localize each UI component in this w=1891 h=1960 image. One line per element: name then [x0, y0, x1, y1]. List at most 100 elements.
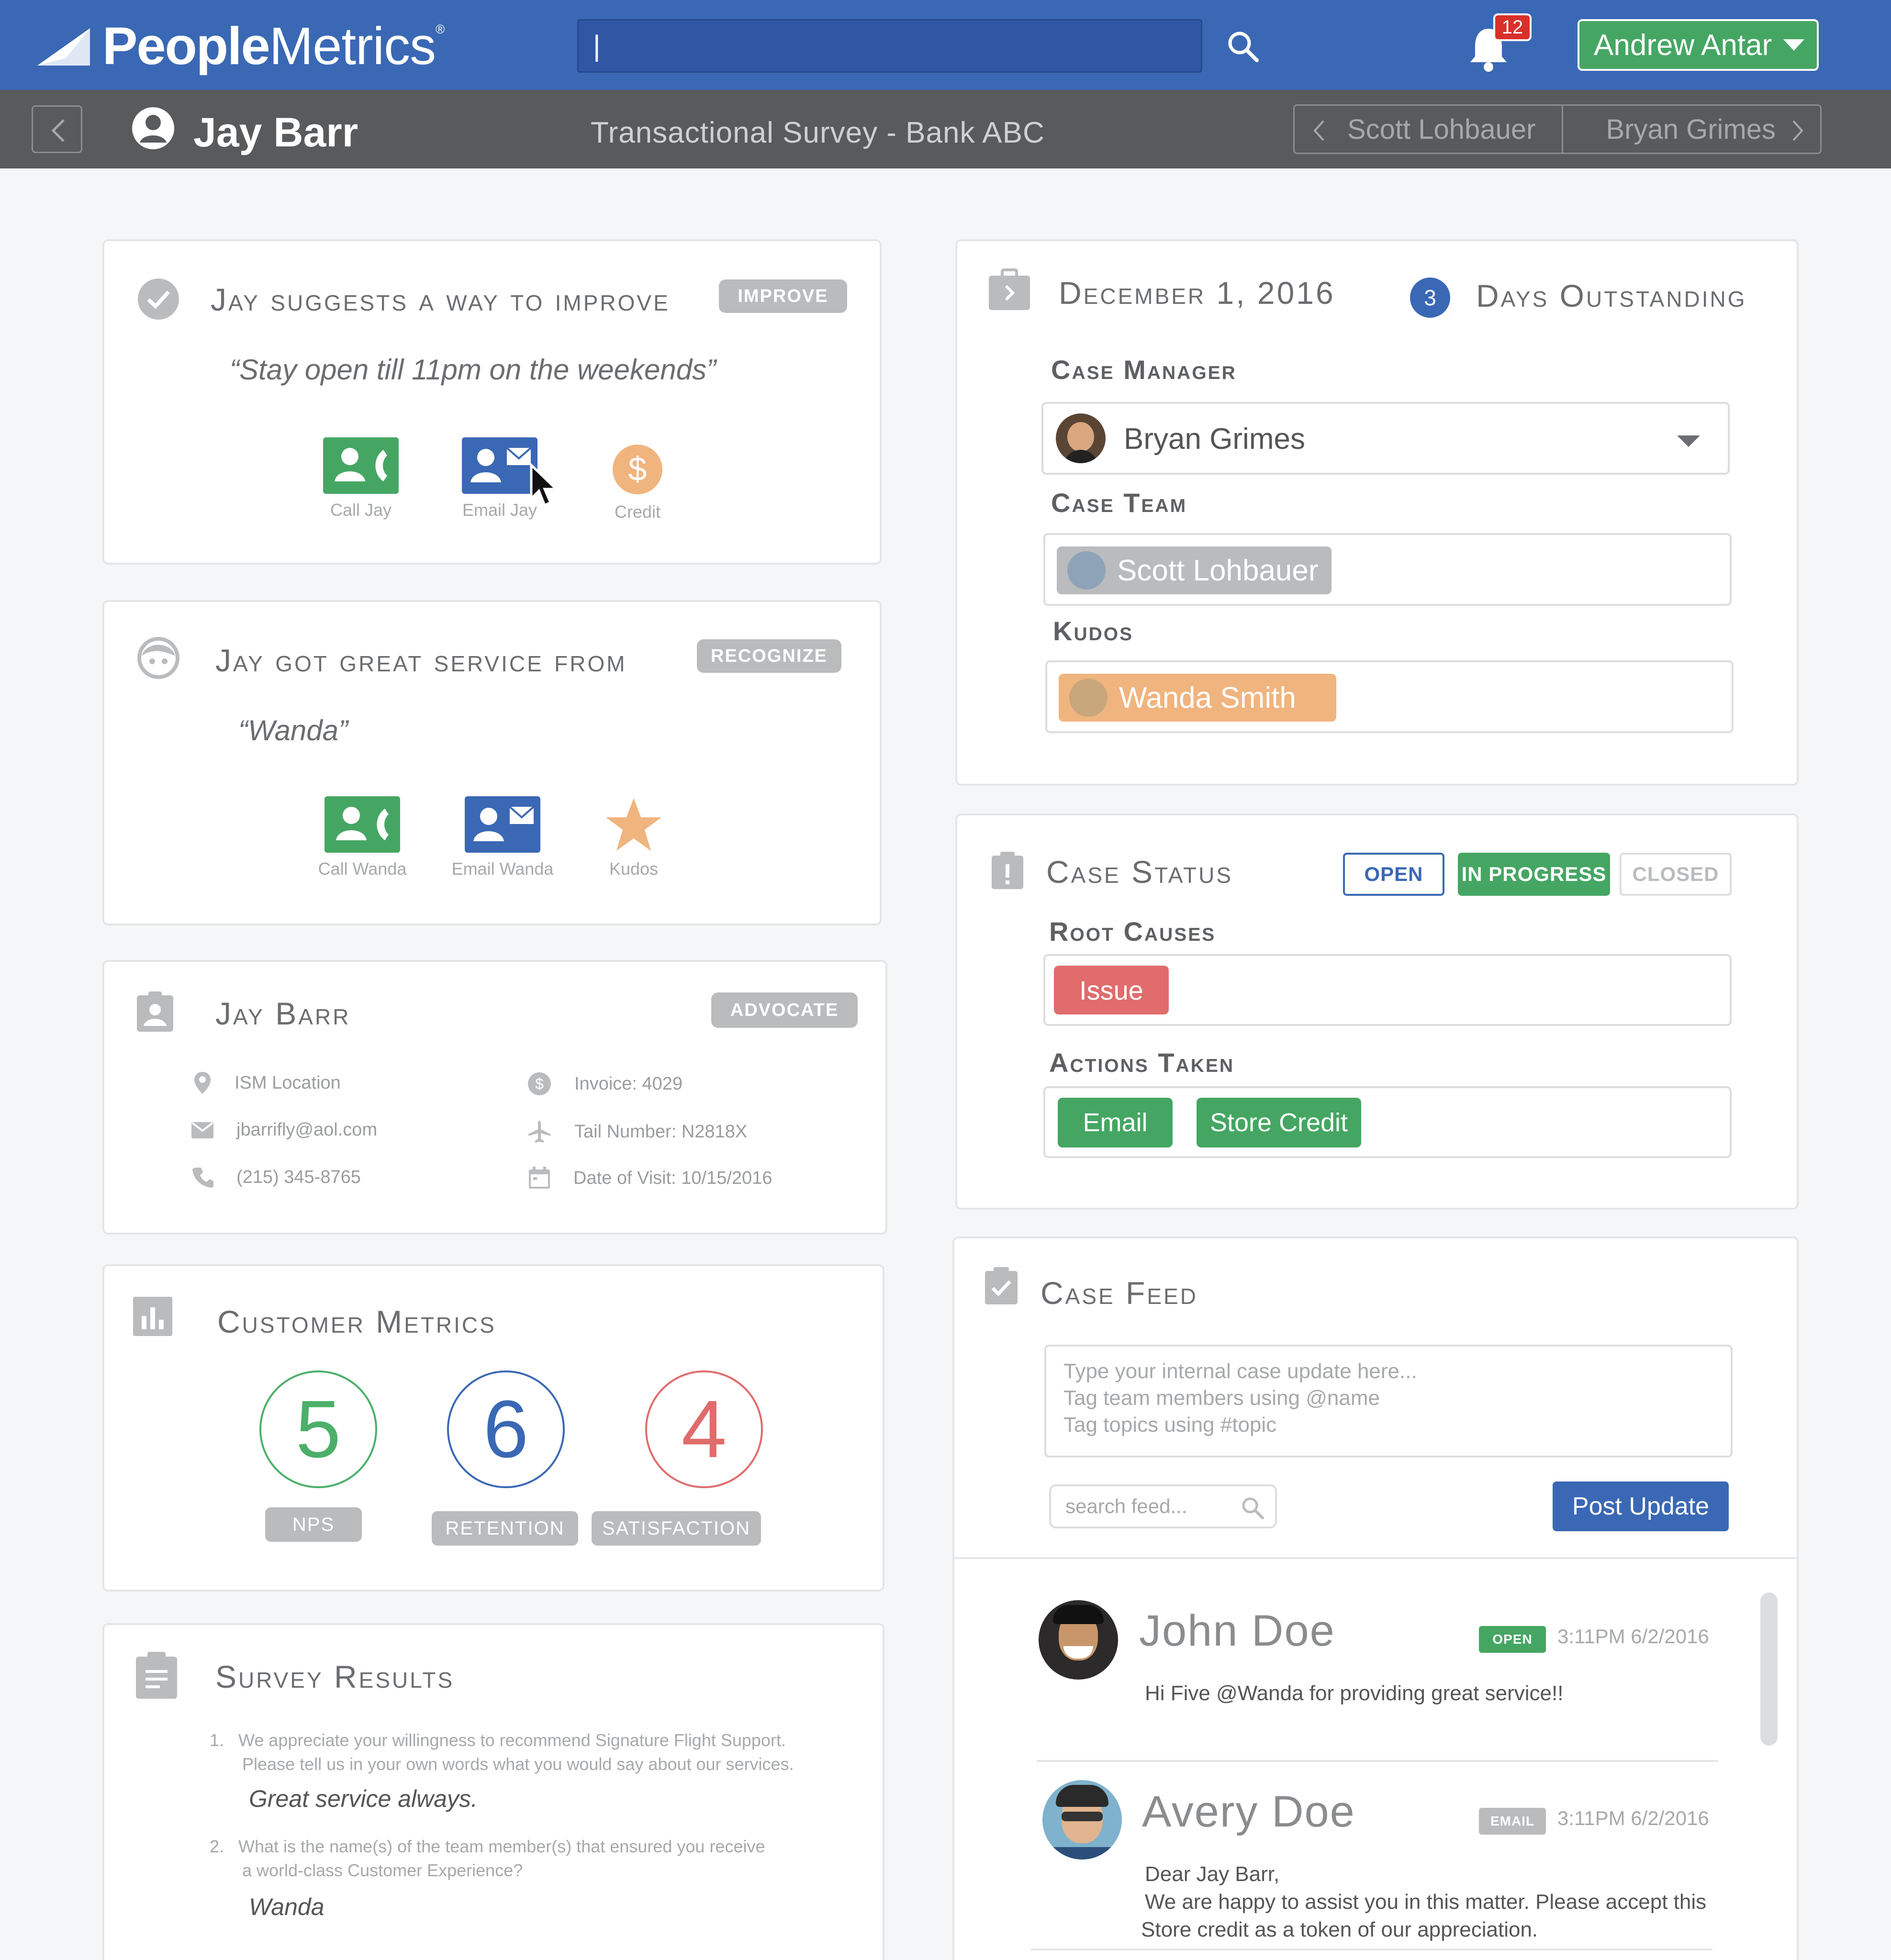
- placeholder-line: Tag topics using #topic: [1063, 1413, 1277, 1437]
- answer-1: Great service always.: [249, 1785, 478, 1812]
- email-jay-action[interactable]: Email Jay: [461, 437, 538, 520]
- search-icon[interactable]: [1225, 29, 1262, 65]
- recognize-tag-button[interactable]: RECOGNIZE: [697, 639, 841, 673]
- feed-timestamp: 3:11PM 6/2/2016: [1557, 1625, 1709, 1648]
- location-text: ISM Location: [235, 1072, 341, 1093]
- profile-title: Jay Barr: [215, 996, 351, 1031]
- action-email-chip[interactable]: Email: [1058, 1098, 1173, 1147]
- invoice-row: $ Invoice: 4029: [527, 1072, 683, 1096]
- status-open-button[interactable]: OPEN: [1343, 853, 1444, 896]
- survey-title: Transactional Survey - Bank ABC: [591, 116, 1045, 149]
- manager-avatar: [1056, 413, 1106, 463]
- case-details-card: December 1, 2016 3 Days Outstanding Case…: [955, 239, 1799, 786]
- actions-taken-field[interactable]: Email Store Credit: [1043, 1086, 1732, 1158]
- action-label: Kudos: [609, 859, 659, 879]
- logo-mark-icon: [37, 28, 90, 66]
- email-wanda-action[interactable]: Email Wanda: [450, 796, 555, 879]
- logo-text-people: People: [102, 16, 270, 76]
- envelope-icon: [191, 1122, 213, 1138]
- service-title: Jay got great service from: [215, 643, 627, 678]
- next-case-button[interactable]: Bryan Grimes: [1563, 106, 1821, 153]
- action-label: Email Wanda: [451, 859, 554, 879]
- phone-text[interactable]: (215) 345-8765: [236, 1167, 361, 1188]
- feed-email-badge: EMAIL: [1479, 1808, 1546, 1835]
- kudos-avatar: [1069, 679, 1108, 717]
- status-in-progress-button[interactable]: IN PROGRESS: [1458, 853, 1610, 896]
- email-contact-icon: [462, 437, 537, 494]
- logo-text-metrics: Metrics: [269, 16, 436, 76]
- service-card: Jay got great service from RECOGNIZE “Wa…: [102, 600, 882, 925]
- dollar-icon: $: [613, 445, 662, 494]
- days-outstanding-label: Days Outstanding: [1476, 278, 1747, 313]
- previous-case-button[interactable]: Scott Lohbauer: [1295, 106, 1563, 153]
- call-wanda-action[interactable]: Call Wanda: [317, 796, 408, 879]
- feed-status-badge: OPEN: [1479, 1626, 1546, 1653]
- kudos-action[interactable]: Kudos: [591, 796, 677, 879]
- email-row: jbarrifly@aol.com: [191, 1120, 377, 1140]
- user-menu-button[interactable]: Andrew Antar: [1578, 19, 1819, 71]
- credit-action[interactable]: $ Credit: [599, 443, 676, 522]
- back-button[interactable]: [32, 105, 82, 153]
- team-member-name: Scott Lohbauer: [1117, 554, 1319, 587]
- feed-scrollbar[interactable]: [1760, 1592, 1778, 1746]
- check-circle-icon: [138, 278, 179, 320]
- action-label: Email Jay: [462, 500, 537, 520]
- customer-name: Jay Barr: [193, 110, 358, 156]
- answer-2: Wanda: [249, 1893, 324, 1920]
- tail-number-text: Tail Number: N2818X: [574, 1121, 748, 1142]
- search-icon: [1242, 1497, 1264, 1519]
- top-header: People Metrics ® | 12 Andrew Antar: [0, 0, 1891, 90]
- search-placeholder: search feed...: [1065, 1495, 1187, 1517]
- feed-search-input[interactable]: search feed...: [1049, 1484, 1277, 1528]
- email-text[interactable]: jbarrifly@aol.com: [236, 1120, 377, 1140]
- case-manager-value: Bryan Grimes: [1124, 423, 1305, 456]
- root-cause-chip[interactable]: Issue: [1054, 966, 1169, 1014]
- question-2: 2. What is the name(s) of the team member…: [210, 1835, 765, 1882]
- call-jay-action[interactable]: Call Jay: [323, 437, 399, 520]
- case-feed-title: Case Feed: [1041, 1275, 1198, 1311]
- team-member-chip[interactable]: Scott Lohbauer: [1057, 546, 1332, 594]
- improve-tag-button[interactable]: IMPROVE: [719, 279, 847, 313]
- phone-contact-icon: [324, 796, 400, 853]
- kudos-chip[interactable]: Wanda Smith: [1059, 674, 1336, 722]
- kudos-field[interactable]: Wanda Smith: [1045, 660, 1734, 733]
- next-case-name: Bryan Grimes: [1606, 113, 1776, 145]
- phone-icon: [192, 1168, 213, 1188]
- post-update-button[interactable]: Post Update: [1553, 1481, 1729, 1531]
- survey-title: Survey Results: [215, 1659, 455, 1694]
- metrics-title: Customer Metrics: [217, 1304, 496, 1339]
- user-circle-icon: [132, 107, 174, 149]
- case-status-card: Case Status OPEN IN PROGRESS CLOSED Root…: [955, 813, 1799, 1210]
- improve-title: Jay suggests a way to improve: [211, 282, 670, 317]
- previous-case-name: Scott Lohbauer: [1347, 113, 1536, 145]
- case-manager-select[interactable]: Bryan Grimes: [1041, 402, 1730, 475]
- star-icon: [606, 798, 661, 851]
- entry-divider: [1031, 1949, 1712, 1950]
- alert-clipboard-icon: [992, 852, 1023, 889]
- checklist-icon: [985, 1267, 1018, 1304]
- action-store-credit-chip[interactable]: Store Credit: [1197, 1098, 1361, 1147]
- status-closed-button[interactable]: CLOSED: [1620, 853, 1732, 896]
- avery-doe-avatar: [1042, 1780, 1122, 1860]
- message-line: We are happy to assist you in this matte…: [1145, 1890, 1707, 1914]
- case-update-textarea[interactable]: Type your internal case update here... T…: [1044, 1345, 1733, 1458]
- svg-text:$: $: [628, 450, 647, 488]
- advocate-tag-button[interactable]: ADVOCATE: [711, 992, 858, 1028]
- message-line: Dear Jay Barr,: [1145, 1862, 1280, 1886]
- peoplemetrics-logo[interactable]: People Metrics ®: [37, 16, 445, 76]
- case-date: December 1, 2016: [1059, 275, 1335, 311]
- placeholder-line: Tag team members using @name: [1063, 1386, 1380, 1410]
- global-search-input[interactable]: |: [577, 19, 1202, 73]
- root-causes-field[interactable]: Issue: [1043, 954, 1732, 1026]
- feed-author-name: John Doe: [1139, 1606, 1335, 1655]
- phone-row: (215) 345-8765: [192, 1167, 361, 1188]
- case-team-label: Case Team: [1051, 488, 1187, 518]
- case-team-field[interactable]: Scott Lohbauer: [1043, 533, 1732, 606]
- notification-badge: 12: [1493, 13, 1532, 41]
- actions-taken-label: Actions Taken: [1049, 1047, 1235, 1078]
- question-text: We appreciate your willingness to recomm…: [238, 1730, 786, 1750]
- action-label: Call Jay: [330, 500, 392, 520]
- entry-divider: [1037, 1760, 1718, 1762]
- action-label: Credit: [614, 502, 661, 522]
- retention-metric: 6 RETENTION: [432, 1370, 578, 1546]
